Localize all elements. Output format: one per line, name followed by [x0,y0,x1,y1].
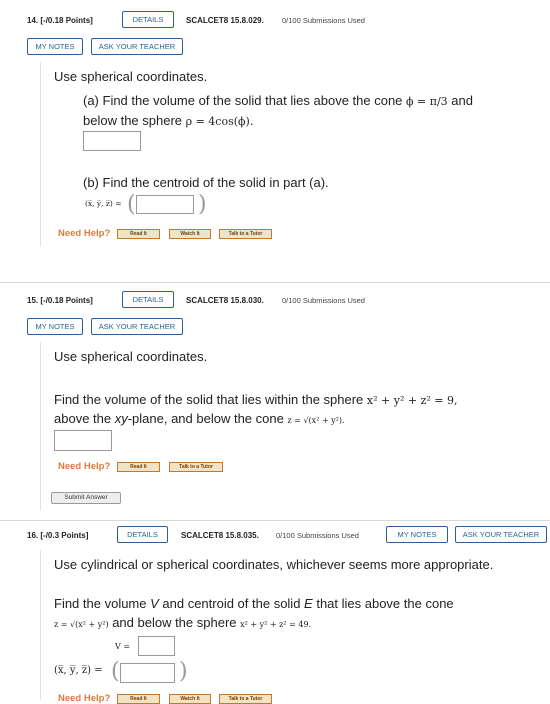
centroid-answer-input[interactable] [136,195,194,214]
my-notes-button[interactable]: MY NOTES [386,526,448,543]
question-text-1: Find the volume V and centroid of the so… [54,596,454,611]
question-number: 16. [-/0.3 Points] [27,531,89,540]
question-number: 14. [-/0.18 Points] [27,16,93,25]
right-paren: ) [179,659,188,684]
centroid-label: (x̅, y̅, z̅) = [85,199,122,208]
question-text-2: above the xy-plane, and below the cone z… [54,411,345,426]
talk-to-tutor-button[interactable]: Talk to a Tutor [219,229,272,239]
question-body: Use spherical coordinates. Find the volu… [40,342,550,510]
volume-answer-input[interactable] [83,131,141,151]
part-b-text: (b) Find the centroid of the solid in pa… [83,175,329,190]
question-intro: Use spherical coordinates. [54,69,208,84]
centroid-label: (x̅, y̅, z̅) = [54,665,103,676]
right-paren: ) [198,192,207,217]
left-paren: ( [127,192,136,217]
talk-to-tutor-button[interactable]: Talk to a Tutor [219,694,272,704]
read-it-button[interactable]: Read It [117,462,160,472]
ask-teacher-button[interactable]: ASK YOUR TEACHER [91,38,183,55]
centroid-answer-input[interactable] [120,663,175,683]
left-paren: ( [111,659,120,684]
talk-to-tutor-button[interactable]: Talk to a Tutor [169,462,223,472]
question-body: Use cylindrical or spherical coordinates… [40,550,550,704]
volume-label: V = [115,642,131,651]
watch-it-button[interactable]: Watch It [169,694,211,704]
my-notes-button[interactable]: MY NOTES [27,38,83,55]
read-it-button[interactable]: Read It [117,229,160,239]
problem-code: SCALCET8 15.8.030. [186,296,264,305]
details-button[interactable]: DETAILS [122,291,174,308]
submissions-used: 0/100 Submissions Used [282,296,365,305]
problem-code: SCALCET8 15.8.035. [181,531,259,540]
need-help-label: Need Help? [58,461,111,472]
submissions-used: 0/100 Submissions Used [276,531,359,540]
watch-it-button[interactable]: Watch It [169,229,211,239]
question-number: 15. [-/0.18 Points] [27,296,93,305]
ask-teacher-button[interactable]: ASK YOUR TEACHER [455,526,547,543]
question-text-2: z = √(x² + y²) and below the sphere x² +… [54,615,312,630]
problem-divider [0,520,550,521]
submissions-used: 0/100 Submissions Used [282,16,365,25]
question-intro: Use spherical coordinates. [54,349,208,364]
volume-answer-input[interactable] [54,430,112,451]
need-help-label: Need Help? [58,228,111,239]
volume-answer-input[interactable] [138,636,175,656]
ask-teacher-button[interactable]: ASK YOUR TEACHER [91,318,183,335]
read-it-button[interactable]: Read It [117,694,160,704]
details-button[interactable]: DETAILS [117,526,168,543]
question-intro: Use cylindrical or spherical coordinates… [54,557,494,572]
my-notes-button[interactable]: MY NOTES [27,318,83,335]
need-help-label: Need Help? [58,693,111,704]
problem-code: SCALCET8 15.8.029. [186,16,264,25]
question-text-1: Find the volume of the solid that lies w… [54,392,458,407]
part-a-text-2: below the sphere ρ = 4cos(ϕ). [83,113,254,128]
submit-answer-button[interactable]: Submit Answer [51,492,121,504]
part-a-text-1: (a) Find the volume of the solid that li… [83,93,473,108]
details-button[interactable]: DETAILS [122,11,174,28]
problem-divider [0,282,550,283]
question-body: Use spherical coordinates. (a) Find the … [40,62,550,246]
